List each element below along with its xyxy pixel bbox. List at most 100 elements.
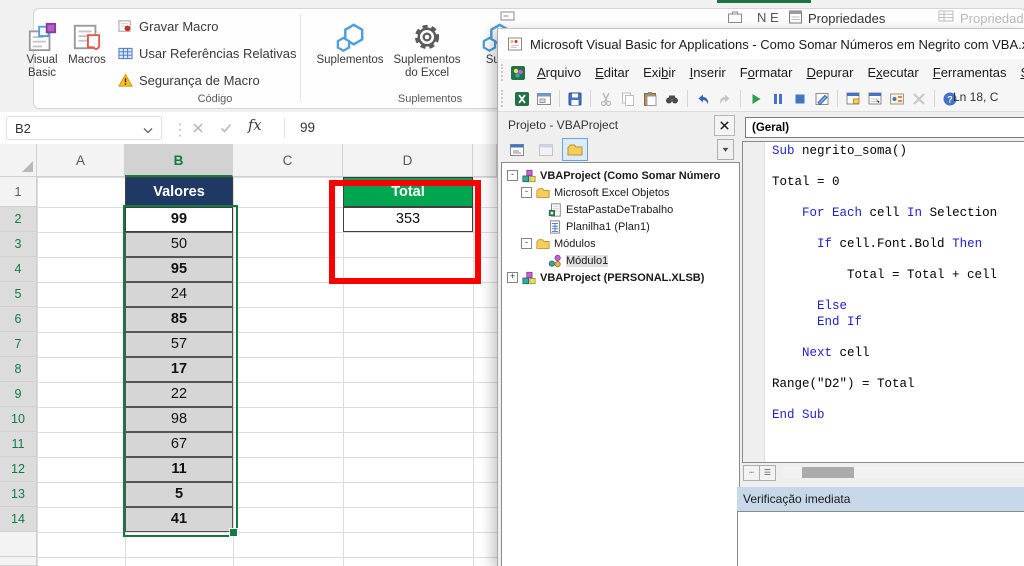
name-box-value: B2 bbox=[15, 121, 31, 136]
gridline-h bbox=[0, 432, 497, 433]
addins-button[interactable]: Suplementos bbox=[312, 22, 388, 67]
project-close-button[interactable] bbox=[714, 114, 735, 136]
row-header-7[interactable]: 7 bbox=[0, 332, 37, 357]
tree-item[interactable]: EstaPastaDeTrabalho bbox=[535, 201, 673, 218]
scrollbar-thumb[interactable] bbox=[802, 467, 854, 478]
group-separator bbox=[300, 14, 301, 102]
column-header-C[interactable]: C bbox=[233, 144, 343, 177]
properties-label[interactable]: Propriedades bbox=[808, 11, 885, 26]
view-code-button[interactable] bbox=[504, 138, 530, 161]
row-header-11[interactable]: 11 bbox=[0, 432, 37, 457]
view-code-icon bbox=[509, 142, 525, 158]
fill-handle[interactable] bbox=[229, 528, 238, 537]
menu-suplementos[interactable]: Suplementos bbox=[1013, 61, 1024, 84]
collapse-icon[interactable]: - bbox=[507, 170, 518, 181]
procedure-view-button[interactable]: ┄ bbox=[743, 465, 760, 481]
grid-cell-B7[interactable]: 57 bbox=[125, 332, 233, 357]
tree-item[interactable]: + VBAProject (PERSONAL.XLSB) bbox=[507, 269, 704, 286]
name-box[interactable]: B2 bbox=[6, 116, 162, 140]
formula-divider bbox=[284, 118, 285, 138]
insert-function-button[interactable]: fx bbox=[248, 118, 262, 134]
row-header-filler[interactable] bbox=[0, 532, 37, 557]
code-line: Range("D2") = Total bbox=[772, 376, 915, 391]
cancel-icon[interactable] bbox=[190, 120, 206, 136]
row-header-2[interactable]: 2 bbox=[0, 207, 37, 232]
row-header-1[interactable]: 1 bbox=[0, 177, 37, 207]
row-header-5[interactable]: 5 bbox=[0, 282, 37, 307]
vba-titlebar[interactable]: Microsoft Visual Basic for Applications … bbox=[498, 29, 1024, 59]
code-editor[interactable]: Sub negrito_soma() Total = 0 For Each ce… bbox=[742, 141, 1024, 463]
tree-item[interactable]: - VBAProject (Como Somar Número bbox=[507, 167, 720, 184]
immediate-window-titlebar[interactable]: Verificação imediata bbox=[737, 487, 1024, 511]
relative-references-button[interactable]: Usar Referências Relativas bbox=[118, 43, 297, 63]
row-header-9[interactable]: 9 bbox=[0, 382, 37, 407]
column-header-B[interactable]: B bbox=[125, 144, 233, 177]
row-header-4[interactable]: 4 bbox=[0, 257, 37, 282]
name-chevron-icon[interactable] bbox=[140, 122, 156, 138]
grid-cell-B6[interactable]: 85 bbox=[125, 307, 233, 332]
row-header-8[interactable]: 8 bbox=[0, 357, 37, 382]
project-panel-titlebar[interactable]: Projeto - VBAProject bbox=[501, 113, 738, 137]
macro-security-button[interactable]: Segurança de Macro bbox=[118, 70, 260, 90]
tree-item[interactable]: - Módulos bbox=[521, 235, 596, 252]
row-header-filler[interactable] bbox=[0, 557, 37, 566]
select-all-corner[interactable] bbox=[0, 144, 37, 177]
menu-executar[interactable]: Executar bbox=[860, 61, 925, 84]
menu-depurar[interactable]: Depurar bbox=[799, 61, 860, 84]
row-header-13[interactable]: 13 bbox=[0, 482, 37, 507]
excel-addins-button[interactable]: Suplementos do Excel bbox=[390, 22, 464, 80]
toolbar-grip[interactable] bbox=[501, 90, 508, 107]
tree-item[interactable]: - Microsoft Excel Objetos bbox=[521, 184, 670, 201]
code-line: Total = 0 bbox=[772, 175, 840, 189]
menubar-grip[interactable] bbox=[501, 64, 503, 81]
cut-icon bbox=[598, 91, 614, 107]
collapse-icon[interactable]: - bbox=[521, 187, 532, 198]
project-scroll-dropdown[interactable] bbox=[717, 139, 734, 160]
menu-ferramentas[interactable]: Ferramentas bbox=[926, 61, 1014, 84]
properties-label-disabled: Propriedades bbox=[960, 11, 1024, 26]
grid-cell-B2[interactable]: 99 bbox=[125, 207, 233, 232]
macros-button[interactable]: Macros bbox=[64, 22, 110, 67]
collapse-icon[interactable]: - bbox=[521, 238, 532, 249]
grid-cell-B12[interactable]: 11 bbox=[125, 457, 233, 482]
row-header-14[interactable]: 14 bbox=[0, 507, 37, 532]
column-header-E-partial[interactable] bbox=[473, 144, 497, 177]
expand-icon[interactable]: + bbox=[507, 272, 518, 283]
grid-cell-B5[interactable]: 24 bbox=[125, 282, 233, 307]
column-header-A[interactable]: A bbox=[37, 144, 125, 177]
object-dropdown[interactable]: (Geral) bbox=[745, 117, 1024, 138]
menu-inserir[interactable]: Inserir bbox=[683, 61, 733, 84]
tree-item[interactable]: Módulo1 bbox=[535, 252, 609, 269]
code-line: Sub negrito_soma() bbox=[772, 144, 908, 158]
visual-basic-button[interactable]: Visual Basic bbox=[18, 22, 66, 80]
full-module-view-button[interactable]: ☰ bbox=[759, 465, 776, 481]
grid-cell-B1[interactable]: Valores bbox=[125, 177, 233, 207]
worksheet-icon bbox=[548, 219, 562, 234]
grid-cell-B3[interactable]: 50 bbox=[125, 232, 233, 257]
view-object-button[interactable] bbox=[533, 138, 559, 161]
grid-cell-B8[interactable]: 17 bbox=[125, 357, 233, 382]
row-header-3[interactable]: 3 bbox=[0, 232, 37, 257]
menu-exibir[interactable]: Exibir bbox=[636, 61, 683, 84]
grid-cell-B14[interactable]: 41 bbox=[125, 507, 233, 532]
tree-item[interactable]: Planilha1 (Plan1) bbox=[535, 218, 650, 235]
project-tree[interactable]: - VBAProject (Como Somar Número - Microsoft… bbox=[501, 162, 740, 566]
grid-cell-B11[interactable]: 67 bbox=[125, 432, 233, 457]
grid-cell-B9[interactable]: 22 bbox=[125, 382, 233, 407]
menu-arquivo[interactable]: Arquivo bbox=[530, 61, 588, 84]
toggle-folders-button[interactable] bbox=[562, 138, 588, 161]
immediate-window-body[interactable] bbox=[737, 511, 1024, 566]
grid-cell-B10[interactable]: 98 bbox=[125, 407, 233, 432]
record-macro-button[interactable]: Gravar Macro bbox=[118, 16, 218, 36]
grid-cell-B13[interactable]: 5 bbox=[125, 482, 233, 507]
row-header-12[interactable]: 12 bbox=[0, 457, 37, 482]
enter-icon[interactable] bbox=[218, 120, 234, 136]
formula-input[interactable]: 99 bbox=[300, 120, 315, 135]
row-header-10[interactable]: 10 bbox=[0, 407, 37, 432]
grid-cell-B4[interactable]: 95 bbox=[125, 257, 233, 282]
menu-editar[interactable]: Editar bbox=[588, 61, 636, 84]
column-header-D[interactable]: D bbox=[343, 144, 473, 177]
menu-formatar[interactable]: Formatar bbox=[733, 61, 800, 84]
horizontal-scrollbar[interactable] bbox=[782, 467, 1024, 478]
row-header-6[interactable]: 6 bbox=[0, 307, 37, 332]
